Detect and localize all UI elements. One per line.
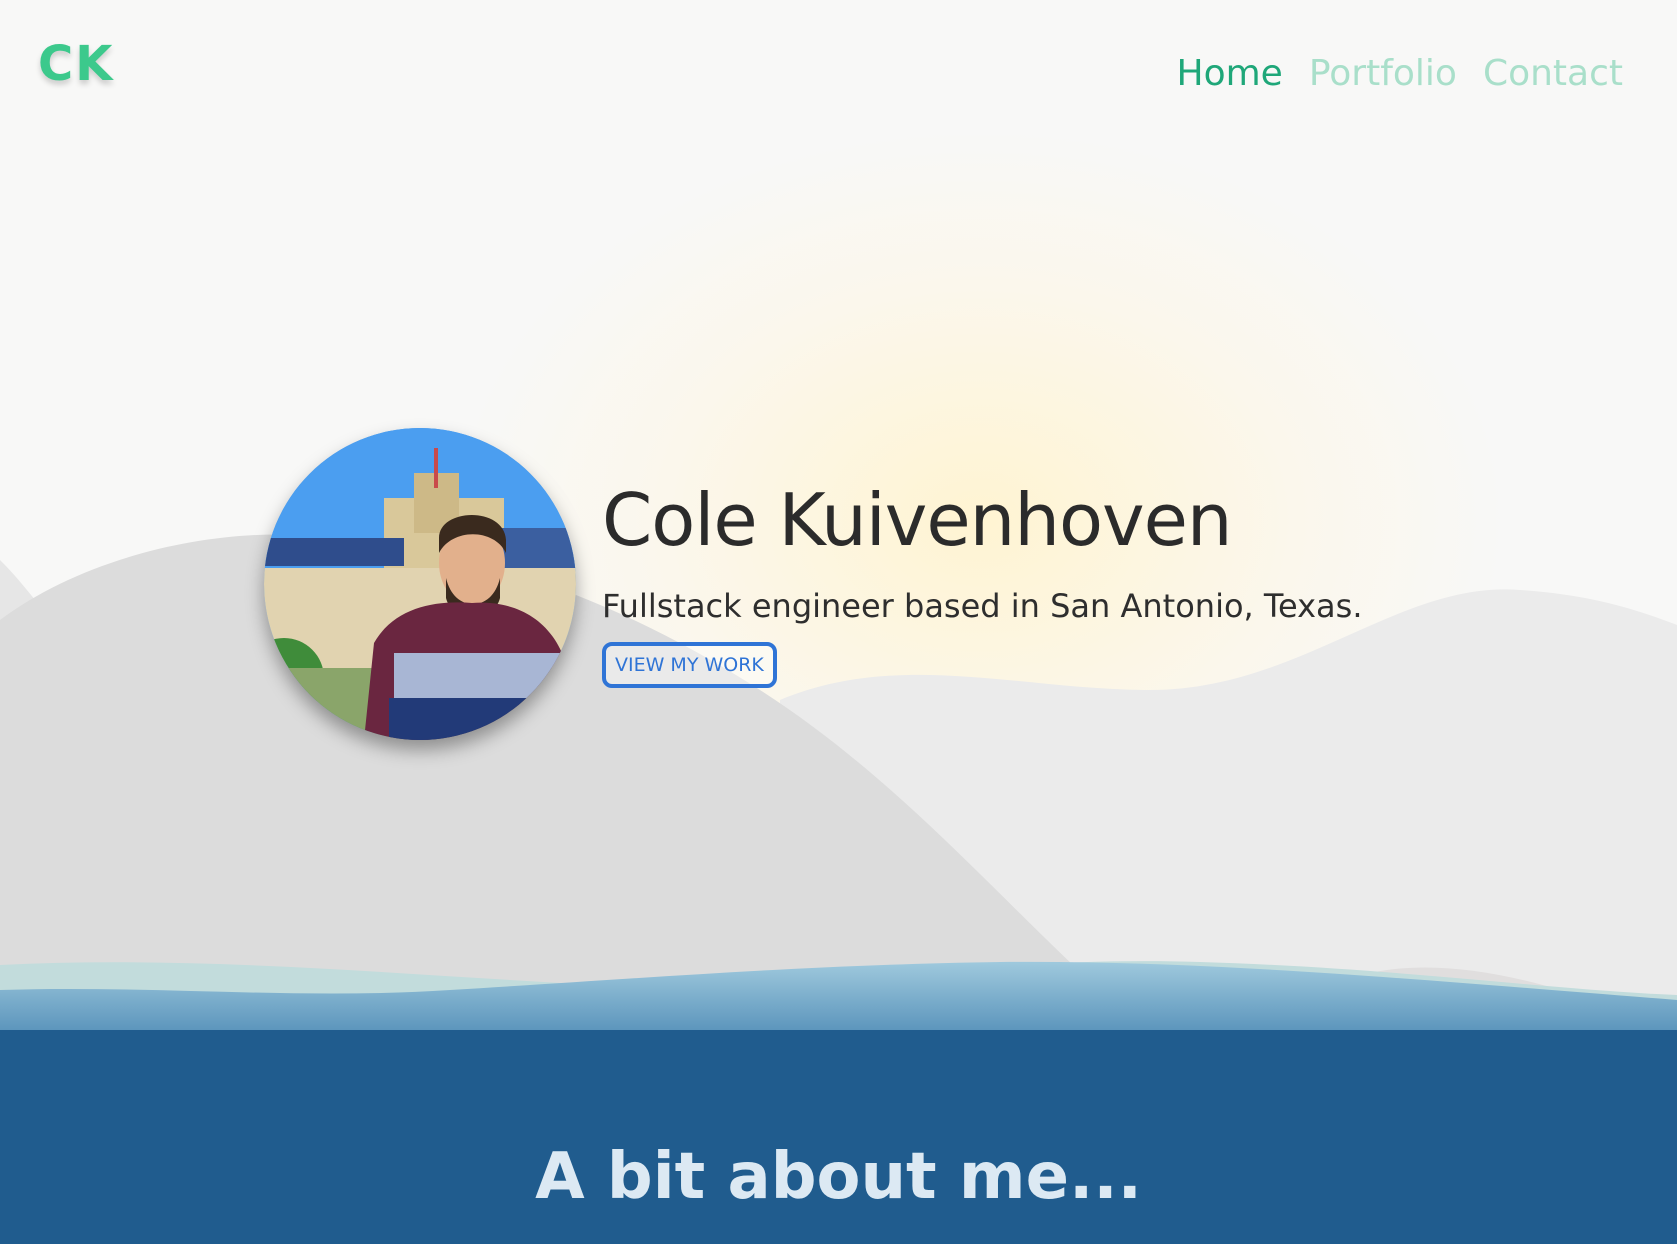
nav-portfolio-label: Portfolio: [1308, 53, 1457, 94]
profile-photo: [264, 428, 576, 740]
view-my-work-button[interactable]: VIEW MY WORK: [602, 642, 777, 688]
page: CK Home Portfolio Contact Cole Kuivenhov…: [0, 0, 1677, 1244]
hero: Cole Kuivenhoven Fullstack engineer base…: [602, 470, 1363, 688]
nav-contact[interactable]: Contact: [1483, 50, 1623, 98]
hero-subtitle: Fullstack engineer based in San Antonio,…: [602, 587, 1363, 625]
hero-name: Cole Kuivenhoven: [602, 478, 1233, 562]
nav-portfolio[interactable]: Portfolio: [1309, 50, 1457, 98]
avatar: [264, 428, 576, 740]
nav-home-label: Home: [1176, 53, 1283, 94]
nav-home[interactable]: Home: [1168, 50, 1292, 100]
logo[interactable]: CK: [38, 36, 114, 92]
about-title: A bit about me...: [535, 1140, 1142, 1214]
main-nav: Home Portfolio Contact: [1168, 50, 1623, 100]
nav-contact-label: Contact: [1482, 53, 1623, 94]
